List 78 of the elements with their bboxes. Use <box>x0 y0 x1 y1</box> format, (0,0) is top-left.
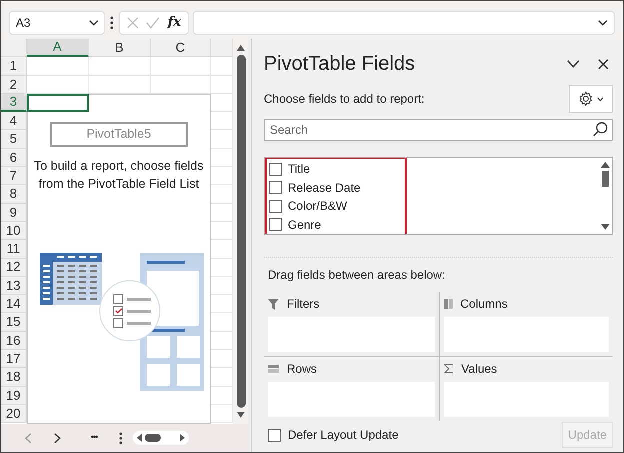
column-header[interactable]: C <box>151 39 211 58</box>
insert-function-button[interactable]: fx <box>168 12 182 32</box>
checkbox[interactable] <box>268 428 281 442</box>
scrollbar-thumb[interactable] <box>236 55 246 408</box>
row-header[interactable]: 14 <box>1 295 27 314</box>
horizontal-scrollbar-icon[interactable] <box>133 431 190 445</box>
areas-instruction: Drag fields between areas below: <box>264 257 613 284</box>
select-all-corner[interactable] <box>1 39 27 58</box>
checkmark-icon[interactable] <box>146 16 160 28</box>
search-field[interactable]: Search <box>264 119 613 141</box>
scroll-down-icon[interactable] <box>237 412 245 418</box>
field-label: Release Date <box>288 180 361 197</box>
search-icon <box>593 122 608 137</box>
pane-title: PivotTable Fields <box>264 52 416 77</box>
row-header[interactable]: 19 <box>1 386 27 405</box>
scroll-up-icon[interactable] <box>237 45 245 51</box>
row-header[interactable]: 7 <box>1 167 27 186</box>
field-label: Title <box>288 161 310 178</box>
chevron-down-icon <box>89 20 99 26</box>
row-header[interactable]: 18 <box>1 368 27 387</box>
row-header[interactable]: 12 <box>1 258 27 277</box>
column-header[interactable]: A <box>27 39 89 58</box>
row-header[interactable]: 1 <box>1 57 27 76</box>
settings-icon <box>578 91 594 107</box>
row-header[interactable]: 17 <box>1 350 27 368</box>
placeholder-message: To build a report, choose fields from the PivotTable Field List <box>33 158 205 193</box>
grid-cell[interactable] <box>27 76 89 94</box>
row-header[interactable]: 13 <box>1 276 27 296</box>
area-label: Values <box>462 361 498 378</box>
row-header[interactable]: 16 <box>1 332 27 350</box>
row-header[interactable]: 20 <box>1 404 27 424</box>
row-header[interactable]: 5 <box>1 130 27 149</box>
checkbox[interactable] <box>269 200 282 213</box>
column-header[interactable]: B <box>89 39 151 58</box>
columns-icon <box>444 299 452 309</box>
field-label: Genre <box>288 216 322 234</box>
name-box[interactable]: A3 <box>9 10 105 34</box>
checkbox[interactable] <box>269 218 282 232</box>
caret-icon <box>597 96 604 102</box>
field-label: Color/B&W <box>288 198 348 216</box>
cancel-icon[interactable] <box>126 16 139 28</box>
row-header[interactable]: 2 <box>1 76 27 94</box>
row-header[interactable]: 10 <box>1 222 27 240</box>
settings-button[interactable] <box>569 85 613 113</box>
row-header[interactable]: 11 <box>1 240 27 259</box>
formula-input[interactable] <box>193 10 615 34</box>
area-label: Filters <box>287 296 320 313</box>
scrollbar-thumb[interactable] <box>602 171 608 187</box>
chevron-right-icon[interactable] <box>54 432 61 444</box>
defer-update-label: Defer Layout Update <box>288 427 399 444</box>
area-label: Rows <box>287 361 318 378</box>
rows-icon <box>268 365 279 373</box>
row-header[interactable]: 4 <box>1 112 27 130</box>
chevron-left-icon[interactable] <box>25 432 32 444</box>
checkbox[interactable] <box>269 181 282 194</box>
row-header[interactable]: 9 <box>1 204 27 222</box>
more-sheets-button[interactable]: ••• <box>91 431 98 445</box>
chevron-down-icon[interactable] <box>567 60 580 68</box>
row-header[interactable]: 8 <box>1 185 27 204</box>
grid-cell[interactable] <box>27 57 89 76</box>
grid-cell[interactable] <box>89 57 151 76</box>
checkbox[interactable] <box>269 162 282 176</box>
close-icon[interactable] <box>598 58 609 70</box>
scroll-down-icon[interactable] <box>600 224 610 230</box>
sigma-icon <box>444 364 454 374</box>
filter-icon <box>268 298 279 310</box>
row-header[interactable]: 3 <box>1 94 27 112</box>
scroll-up-icon[interactable] <box>600 162 610 168</box>
active-cell[interactable] <box>27 94 89 112</box>
pane-subtitle: Choose fields to add to report: <box>264 91 425 108</box>
area-label: Columns <box>460 296 508 313</box>
chevron-down-icon <box>598 20 608 26</box>
grid-cell[interactable] <box>151 57 211 76</box>
row-header[interactable]: 6 <box>1 148 27 168</box>
pivot-table-name: PivotTable5 <box>50 122 188 147</box>
more-vertical-icon[interactable] <box>119 432 124 444</box>
row-header[interactable]: 15 <box>1 313 27 332</box>
more-vertical-icon[interactable] <box>109 16 115 30</box>
